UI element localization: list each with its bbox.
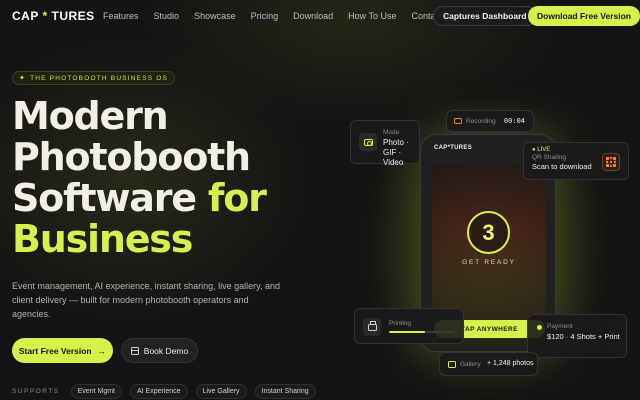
download-free-version-button[interactable]: Download Free Version [528,6,640,26]
headline-line-4: Business [12,217,193,261]
record-icon [454,118,462,124]
mode-label: Mode [383,129,400,136]
printing-label: Printing [389,320,412,327]
qr-code-icon [606,157,616,167]
printing-card: Printing [354,308,464,344]
qr-sharing-card: ● LIVE QR Sharing Scan to download [523,142,629,180]
book-demo-label: Book Demo [143,345,189,356]
supports-label: SUPPORTS [12,388,60,395]
qr-value: Scan to download [532,162,592,171]
supports-chip: AI Experience [130,384,188,399]
logo-star-icon: * [42,9,48,23]
nav-links: Features Studio Showcase Pricing Downloa… [103,11,443,21]
supports-chip: Instant Sharing [254,384,316,399]
nav-link-showcase[interactable]: Showcase [194,11,236,21]
mode-value: Photo · GIF · Video [383,138,409,167]
nav-link-studio[interactable]: Studio [154,11,180,21]
supports-chip: Event Mgmt [70,384,122,399]
start-button-label: Start Free Version [18,345,92,356]
headline-line-3a: Software [12,176,197,220]
top-nav: CAP * TURES Features Studio Showcase Pri… [0,0,640,32]
gallery-icon [448,361,456,368]
hero-subtitle: Event management, AI experience, instant… [12,281,280,319]
sparkle-icon: ✦ [19,75,27,82]
start-free-version-button[interactable]: Start Free Version → [12,338,113,363]
printing-progress-fill [389,331,426,333]
supports-chip: Live Gallery [195,384,247,399]
gallery-label: Gallery [460,361,481,368]
recording-label: Recording [466,118,496,125]
printing-progress-bar [389,331,455,333]
live-badge: ● LIVE [532,147,551,153]
nav-link-download[interactable]: Download [293,11,333,21]
book-demo-button[interactable]: Book Demo [121,338,198,363]
gallery-value: + 1,248 photos [487,360,534,367]
brand-logo[interactable]: CAP * TURES [12,9,95,23]
nav-link-how-to-use[interactable]: How To Use [348,11,396,21]
mode-card: Mode Photo · GIF · Video [350,120,420,167]
recording-time: 00:04 [503,117,525,125]
camera-icon [363,138,373,146]
headline-line-2: Photobooth [12,135,251,179]
get-ready-text: GET READY [462,259,516,266]
headline-line-3b: for [207,176,267,220]
payment-label: Payment [547,323,573,330]
countdown-timer: 3 [467,211,510,254]
payment-card: Payment $120 · 4 Shots + Print [527,314,627,358]
nav-link-features[interactable]: Features [103,11,139,21]
eyebrow-text: THE PHOTOBOOTH BUSINESS OS [30,74,169,82]
calendar-icon [130,346,139,355]
headline-line-1: Modern [12,94,169,138]
captures-dashboard-button[interactable]: Captures Dashboard [433,6,537,26]
eyebrow-badge: ✦ THE PHOTOBOOTH BUSINESS OS [12,71,176,85]
printer-icon [367,320,377,331]
nav-link-pricing[interactable]: Pricing [251,11,279,21]
supports-row: SUPPORTS Event Mgmt AI Experience Live G… [12,384,316,399]
recording-card: Recording 00:04 [446,110,534,132]
phone-logo: CAP*TURES [434,145,473,151]
payment-status-dot [537,325,542,330]
hero-headline: Modern Photobooth Software for Business [12,96,312,260]
arrow-right-icon: → [97,345,107,356]
payment-value: $120 · 4 Shots + Print [547,332,620,341]
qr-label: QR Sharing [532,154,566,161]
gallery-card: Gallery + 1,248 photos [439,352,538,376]
